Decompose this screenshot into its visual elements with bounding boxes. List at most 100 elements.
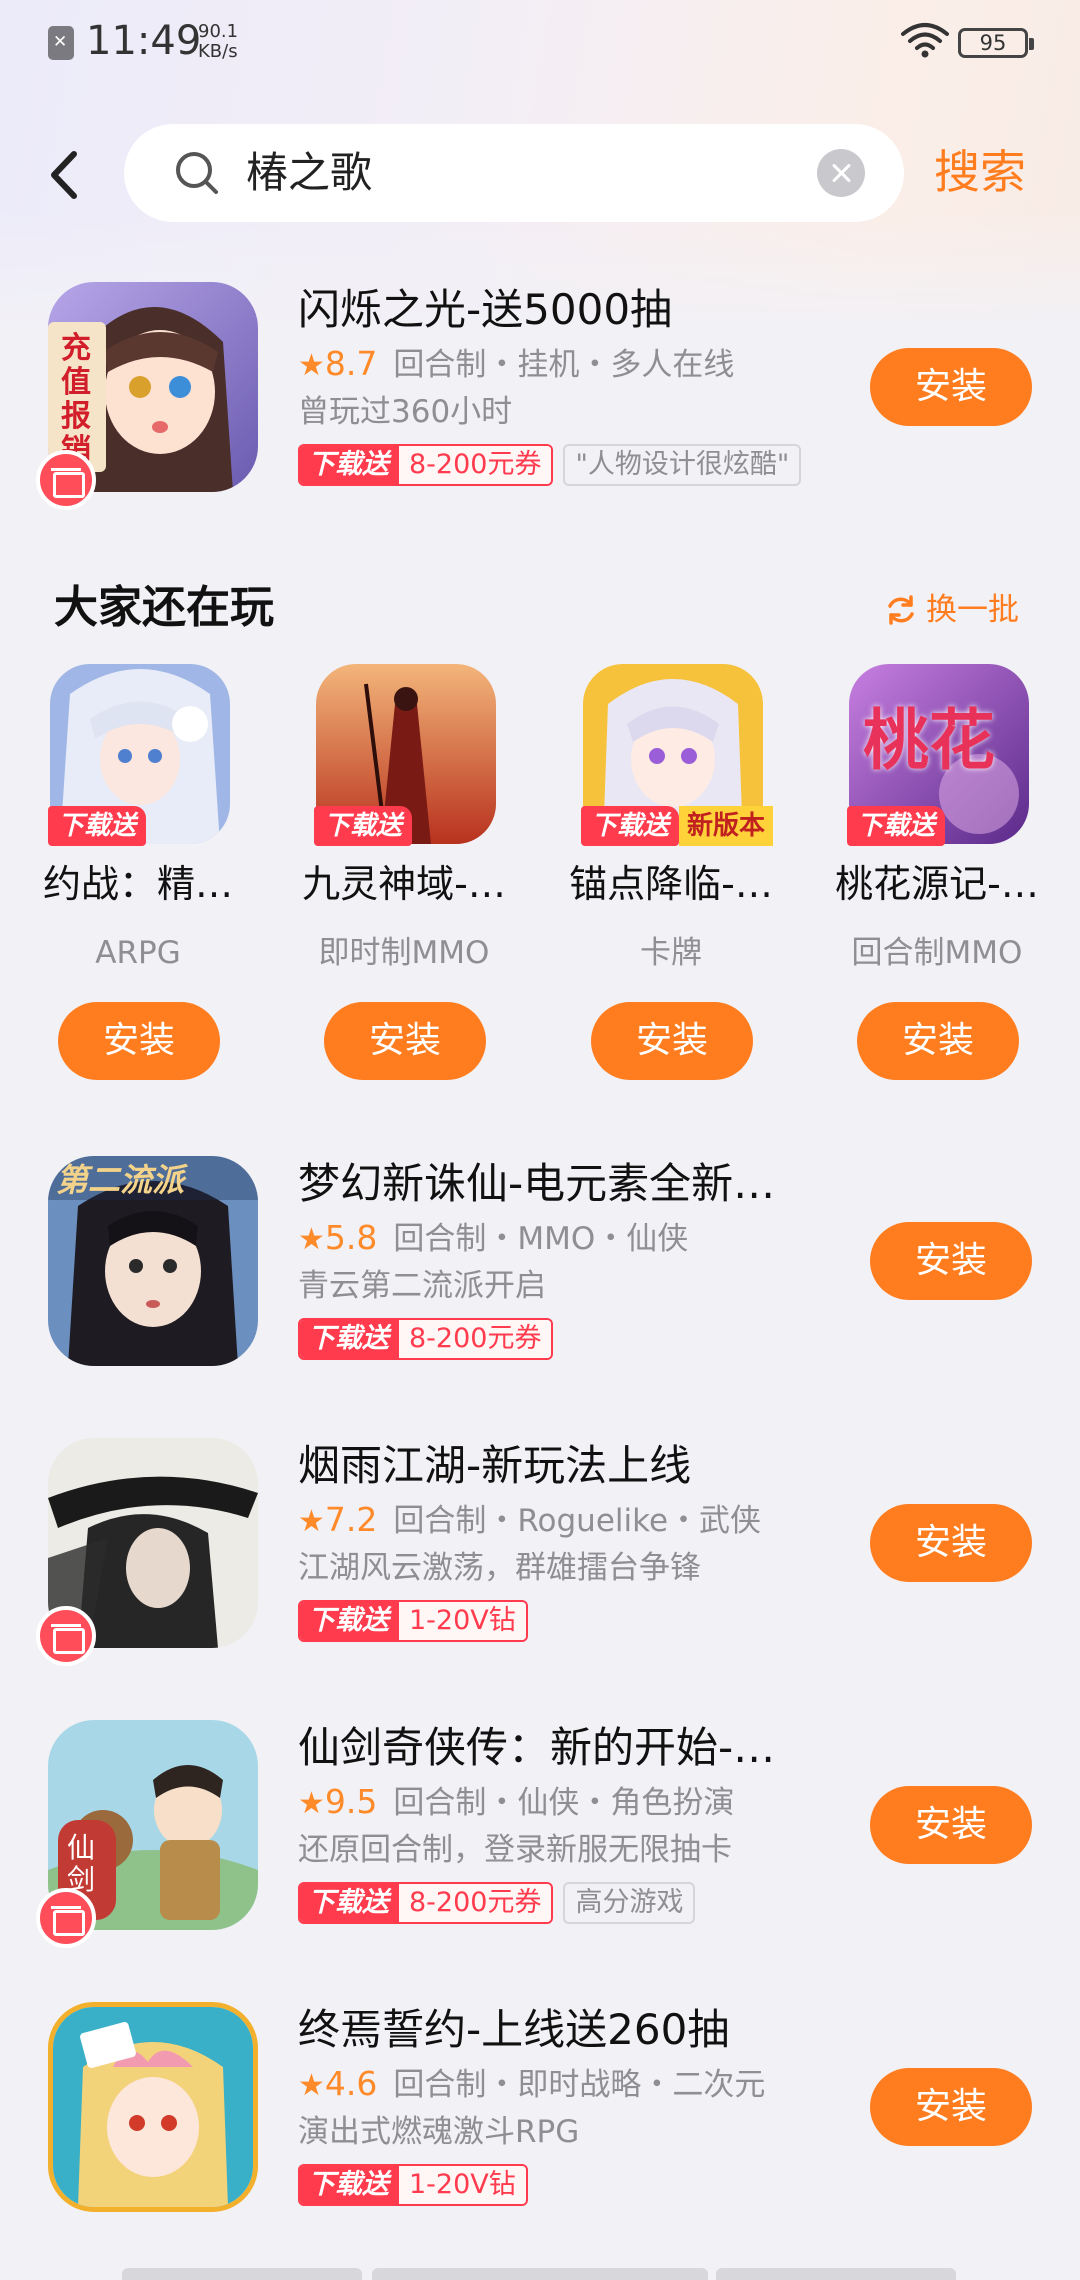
search-query[interactable]: 椿之歌 [246,146,372,200]
app-rating: 4.6 [324,2064,378,2103]
list-item[interactable]: 终焉誓约-上线送260抽 ★4.6 回合制・即时战略・二次元 演出式燃魂激斗RPG… [0,2002,1080,2242]
app-icon[interactable] [48,2002,258,2212]
clear-icon[interactable] [817,149,865,197]
list-item[interactable]: 第二流派 梦幻新诛仙-电元素全新… ★5.8 回合制・MMO・仙侠 青云第二流派开… [0,1156,1080,1396]
install-button[interactable]: 安装 [870,2068,1032,2146]
install-button[interactable]: 安装 [870,1786,1032,1864]
promo-label: 下载送 [300,1320,399,1358]
app-meta: ★5.8 回合制・MMO・仙侠 [298,1218,688,1260]
app-category: 即时制MMO [318,935,490,971]
app-name[interactable]: 烟雨江湖-新玩法上线 [298,1438,818,1494]
install-button[interactable]: 安装 [324,1002,486,1080]
app-description: 江湖风云激荡，群雄擂台争锋 [298,1550,701,1586]
tag-row: 下载送 1-20V钻 [298,1600,528,1644]
search-input[interactable]: 椿之歌 [124,124,904,222]
search-button[interactable]: 搜索 [934,142,1026,202]
app-name[interactable]: 九灵神域-… [270,858,538,910]
app-icon-text: 仙剑 [66,1831,95,1896]
app-meta: ★9.5 回合制・仙侠・角色扮演 [298,1782,734,1824]
star-icon: ★ [298,348,325,383]
back-arrow-icon[interactable] [36,140,92,210]
bottom-tab-strip [0,2268,1080,2280]
promo-value: 1-20V钻 [399,2166,526,2204]
app-name[interactable]: 桃花源记-… [803,858,1071,910]
search-icon [176,152,218,194]
app-rating: 8.7 [324,344,378,383]
promo-tag: 下载送 1-20V钻 [298,2164,528,2206]
app-rating: 5.8 [324,1218,378,1257]
promo-label: 下载送 [300,1884,399,1922]
status-bar: 11:49 90.1 KB/s 95 [0,0,1080,84]
app-description: 青云第二流派开启 [298,1268,546,1304]
promo-tag: 下载送 1-20V钻 [298,1600,528,1642]
app-name[interactable]: 约战：精… [4,858,272,910]
app-name[interactable]: 仙剑奇侠传：新的开始-… [298,1720,818,1776]
app-icon[interactable]: 第二流派 [48,1156,258,1366]
tag-row: 下载送 8-200元券 高分游戏 [298,1882,696,1926]
list-item[interactable]: 充值报销 闪烁之光-送5000抽 ★8.7 回合制・挂机・多人在线 曾玩过360小… [0,282,1080,522]
install-button[interactable]: 安装 [870,1222,1032,1300]
app-categories: 回合制・仙侠・角色扮演 [393,1785,735,1821]
grid-app-item[interactable]: 下载送 九灵神域-… 即时制MMO 安装 [270,664,538,1084]
refresh-label: 换一批 [926,592,1019,628]
app-name[interactable]: 闪烁之光-送5000抽 [298,282,818,338]
sim-off-icon [48,26,74,60]
promo-tag: 下载送 8-200元券 [298,444,554,486]
section-title: 大家还在玩 [54,582,274,633]
promo-label: 下载送 [300,1602,399,1640]
install-button[interactable]: 安装 [870,1504,1032,1582]
app-name[interactable]: 锚点降临-… [537,858,805,910]
app-rating: 7.2 [324,1500,378,1539]
promo-tag: 下载送 [581,806,680,846]
app-icon-text: 充值报销 [61,331,91,468]
tag-row: 下载送 8-200元券 "人物设计很炫酷" [298,444,802,488]
grid-app-item[interactable]: 下载送 新版本 锚点降临-… 卡牌 安装 [537,664,805,1084]
install-button[interactable]: 安装 [870,348,1032,426]
promo-value: 8-200元券 [399,446,552,484]
star-icon: ★ [298,1222,325,1257]
gift-icon [36,1888,96,1948]
refresh-icon [888,595,914,625]
star-icon: ★ [298,1786,325,1821]
network-speed: 90.1 KB/s [198,22,238,62]
battery-icon: 95 [958,28,1034,58]
promo-tag: 下载送 8-200元券 [298,1882,554,1924]
app-categories: 回合制・Roguelike・武侠 [393,1503,762,1539]
app-category: 卡牌 [640,935,702,971]
new-version-tag: 新版本 [679,806,774,846]
high-score-tag: 高分游戏 [563,1882,696,1924]
app-description: 演出式燃魂激斗RPG [298,2114,580,2150]
star-icon: ★ [298,1504,325,1539]
install-button[interactable]: 安装 [857,1002,1019,1080]
promo-value: 8-200元券 [399,1320,552,1358]
network-speed-unit: KB/s [198,41,238,62]
battery-level: 95 [979,31,1007,55]
grid-app-item[interactable]: 桃花 下载送 桃花源记-… 回合制MMO 安装 [803,664,1071,1084]
gift-icon [36,450,96,510]
app-name[interactable]: 终焉誓约-上线送260抽 [298,2002,818,2058]
promo-label: 下载送 [300,2166,399,2204]
promo-tag: 下载送 [48,806,147,846]
promo-value: 1-20V钻 [399,1602,526,1640]
install-button[interactable]: 安装 [58,1002,220,1080]
list-item[interactable]: 仙剑 仙剑奇侠传：新的开始-… ★9.5 回合制・仙侠・角色扮演 还原回合制，登录… [0,1720,1080,1960]
promo-tag: 下载送 [847,806,946,846]
review-tag: "人物设计很炫酷" [563,444,802,486]
app-categories: 回合制・挂机・多人在线 [393,347,735,383]
promo-value: 8-200元券 [399,1884,552,1922]
app-category: ARPG [95,935,181,971]
list-item[interactable]: 烟雨江湖-新玩法上线 ★7.2 回合制・Roguelike・武侠 江湖风云激荡，群… [0,1438,1080,1678]
network-speed-value: 90.1 [198,21,239,42]
grid-app-item[interactable]: 下载送 约战：精… ARPG 安装 [4,664,272,1084]
app-description: 曾玩过360小时 [298,394,513,430]
app-description: 还原回合制，登录新服无限抽卡 [298,1832,732,1868]
star-icon: ★ [298,2068,325,2103]
status-time: 11:49 [86,18,202,64]
app-name[interactable]: 梦幻新诛仙-电元素全新… [298,1156,818,1212]
install-button[interactable]: 安装 [591,1002,753,1080]
tag-row: 下载送 8-200元券 [298,1318,554,1362]
refresh-button[interactable]: 换一批 [884,588,1019,632]
app-meta: ★7.2 回合制・Roguelike・武侠 [298,1500,761,1542]
wifi-icon [901,23,949,58]
app-categories: 回合制・即时战略・二次元 [393,2067,766,2103]
